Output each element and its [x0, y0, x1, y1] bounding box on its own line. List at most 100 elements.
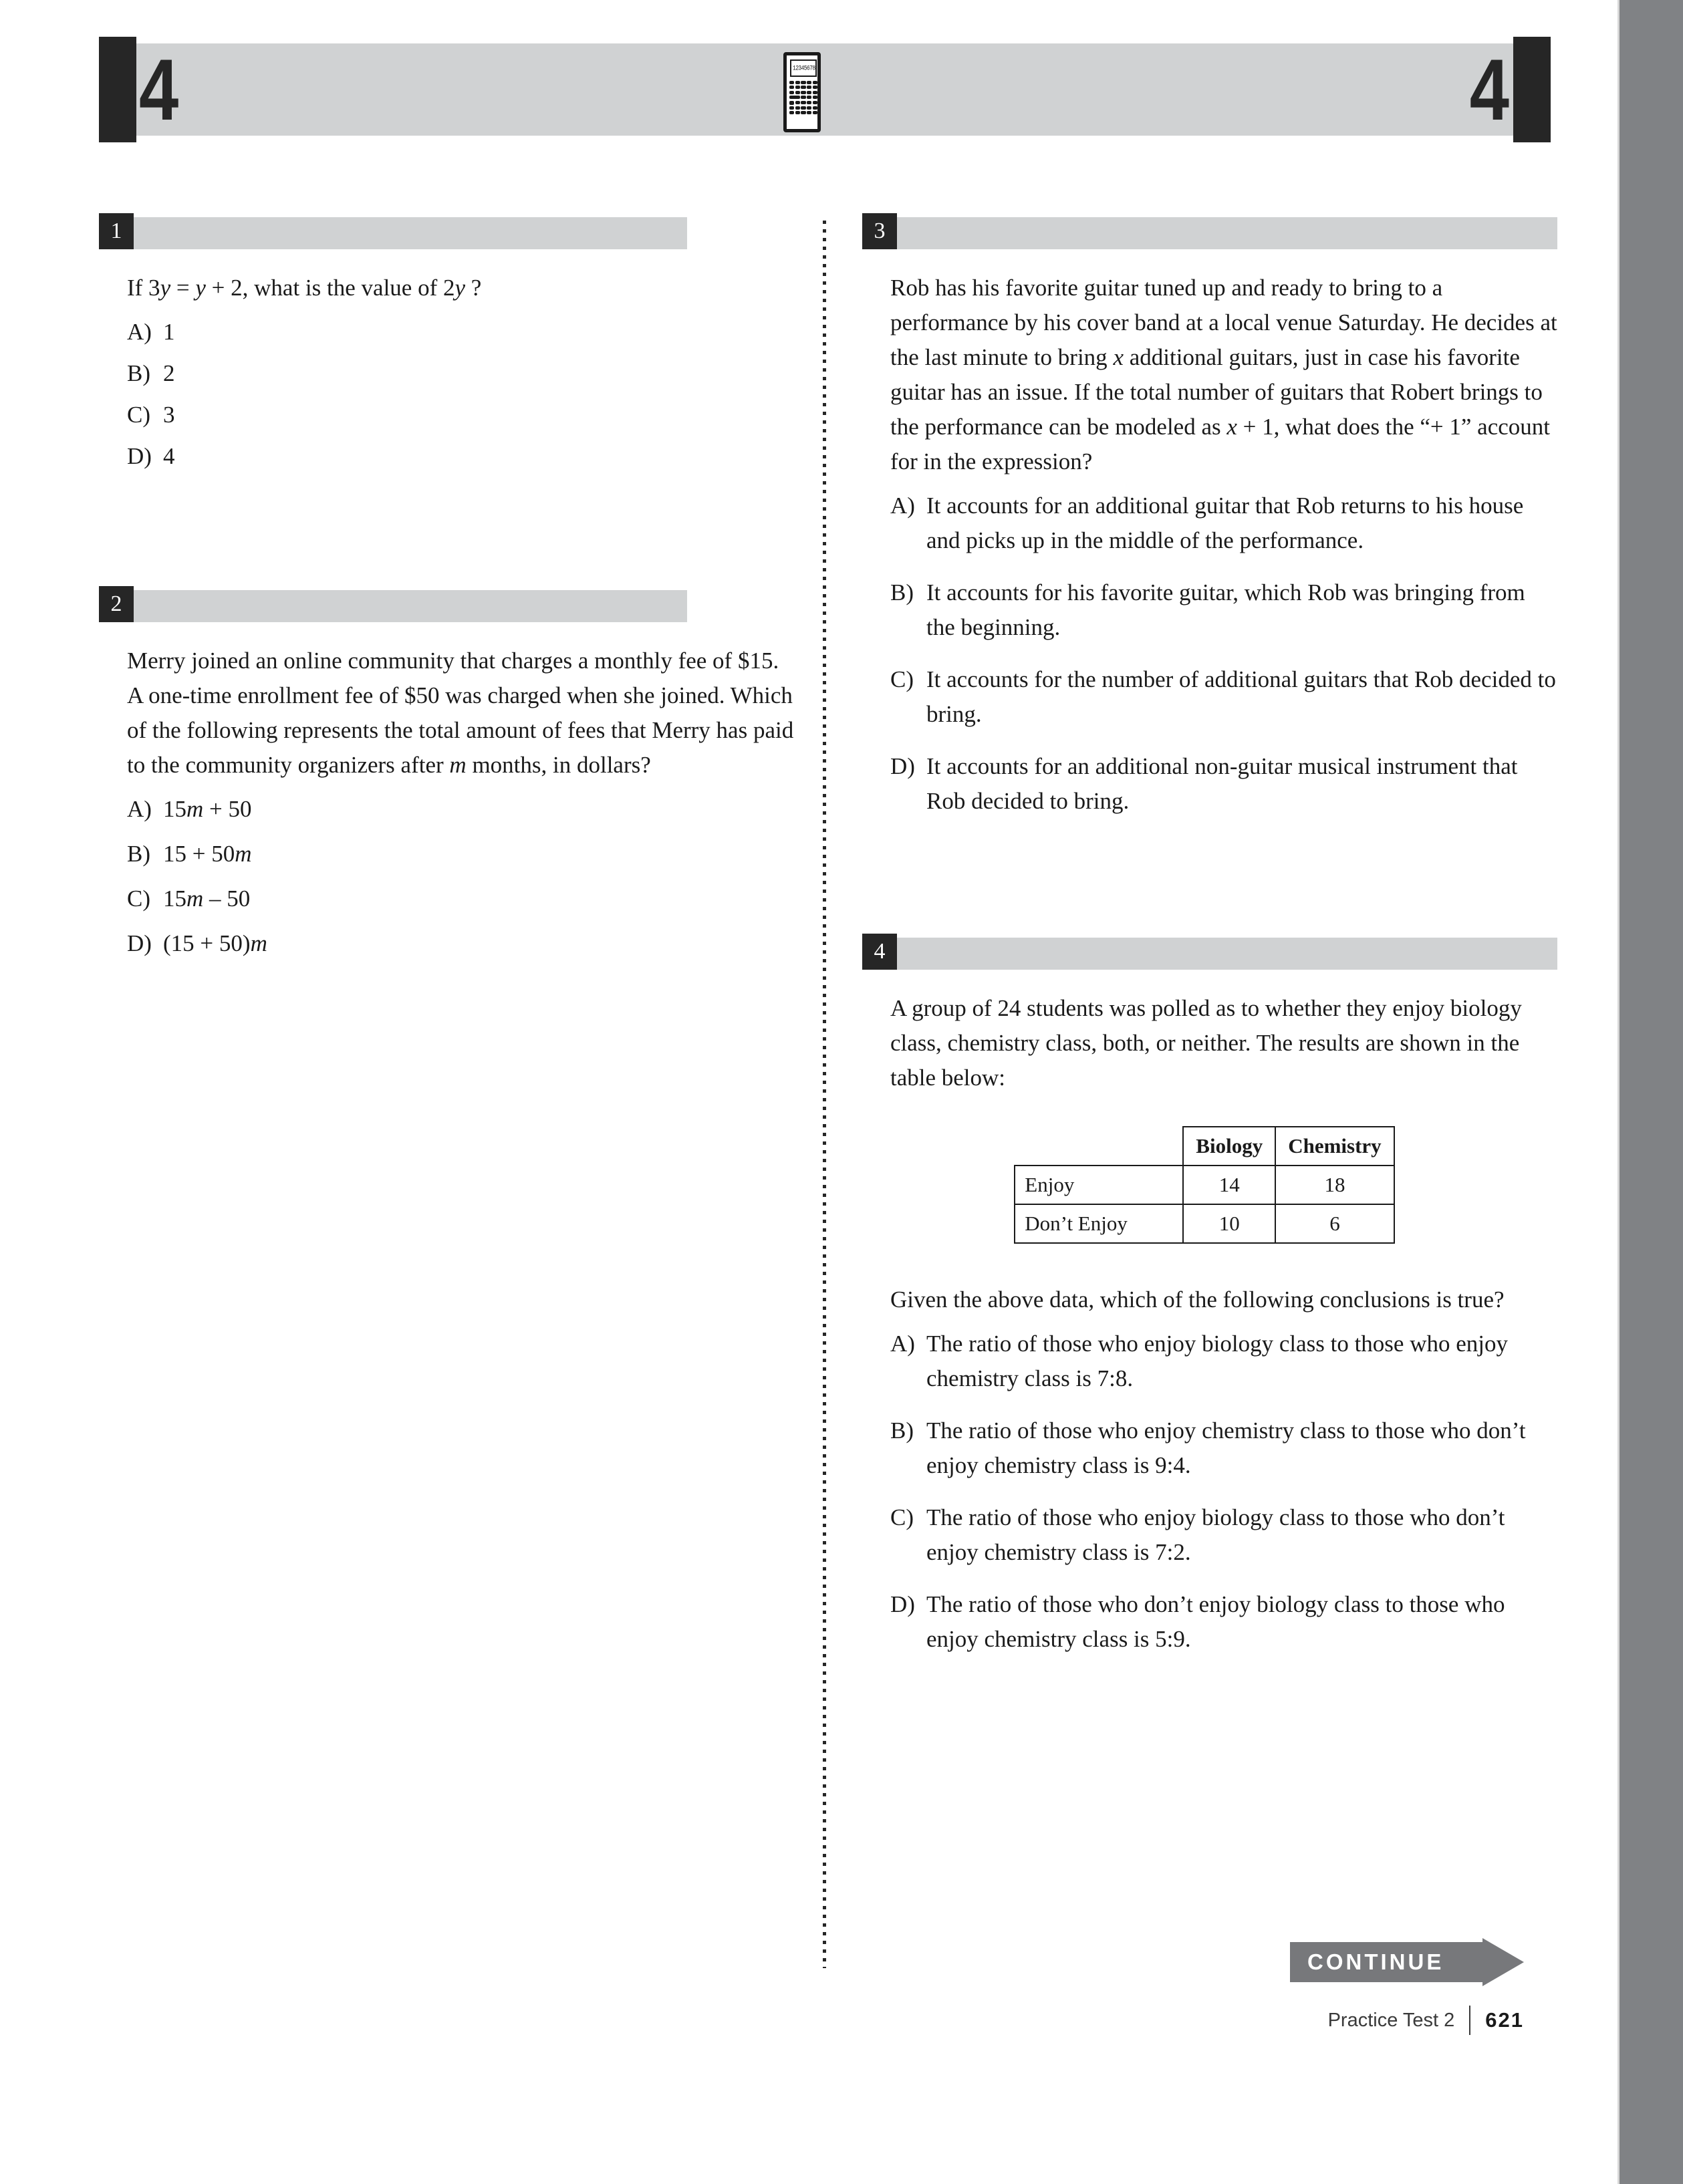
choice-label: C) — [127, 885, 150, 912]
left-column: 1 If 3y = y + 2, what is the value of 2y… — [99, 213, 794, 971]
choice-text: 15 + 50m — [163, 841, 252, 867]
question-3-stem: Rob has his favorite guitar tuned up and… — [890, 275, 1557, 474]
choice-label: A) — [890, 493, 915, 519]
table-cell: 6 — [1275, 1204, 1395, 1244]
choice-label: B) — [127, 360, 150, 386]
header-right-rule — [1513, 37, 1551, 142]
section-header: 4 4 — [99, 37, 1551, 142]
choice-label: C) — [890, 666, 914, 692]
table-col-header-chemistry: Chemistry — [1275, 1126, 1395, 1166]
section-number-left: 4 — [139, 41, 179, 138]
question-4-body: A group of 24 students was polled as to … — [862, 991, 1557, 1657]
choice-label: C) — [890, 1504, 914, 1530]
results-table: Biology Chemistry Enjoy 14 18 Don’t Enjo… — [1014, 1126, 1395, 1244]
question-2-bar: 2 — [99, 586, 687, 622]
question-1-stem: If 3y = y + 2, what is the value of 2y ? — [127, 275, 482, 301]
choice-option[interactable]: D) (15 + 50)m — [127, 926, 794, 961]
question-3-bar: 3 — [862, 213, 1557, 249]
continue-label: CONTINUE — [1307, 1949, 1444, 1974]
choice-label: A) — [127, 319, 152, 345]
choice-text: 4 — [163, 443, 175, 469]
test-name: Practice Test 2 — [1327, 2009, 1455, 2031]
choice-option[interactable]: B) 2 — [127, 356, 794, 391]
question-1-body: If 3y = y + 2, what is the value of 2y ?… — [99, 271, 794, 474]
choice-text: The ratio of those who don’t enjoy biolo… — [926, 1591, 1505, 1652]
choice-label: B) — [890, 1417, 914, 1444]
choice-option[interactable]: B) 15 + 50m — [127, 837, 794, 871]
header-gray-band — [136, 43, 1513, 136]
choice-option[interactable]: C) 3 — [127, 398, 794, 432]
question-4-stem-after-table: Given the above data, which of the follo… — [890, 1286, 1505, 1313]
choice-label: D) — [127, 930, 152, 956]
calculator-keys — [789, 81, 817, 115]
header-left-rule — [99, 37, 136, 142]
question-4-bar: 4 — [862, 934, 1557, 970]
question-1: 1 If 3y = y + 2, what is the value of 2y… — [99, 213, 794, 474]
question-3-choices: A) It accounts for an additional guitar … — [890, 489, 1557, 819]
choice-text: It accounts for his favorite guitar, whi… — [926, 579, 1525, 640]
question-2-stem: Merry joined an online community that ch… — [127, 648, 794, 778]
question-2-choices: A) 15m + 50 B) 15 + 50m C) 15m – 50 D) (… — [127, 792, 794, 961]
page-footer: Practice Test 2 621 — [1003, 2002, 1524, 2039]
choice-label: C) — [127, 402, 150, 428]
table-row-label: Don’t Enjoy — [1014, 1204, 1184, 1244]
table-row: Don’t Enjoy 10 6 — [1014, 1204, 1395, 1244]
choice-option[interactable]: D) 4 — [127, 439, 794, 474]
choice-text: It accounts for an additional non-guitar… — [926, 753, 1518, 814]
column-divider — [823, 221, 826, 1968]
choice-option[interactable]: C) 15m – 50 — [127, 881, 794, 916]
choice-option[interactable]: A) The ratio of those who enjoy biology … — [890, 1327, 1557, 1396]
choice-option[interactable]: A) 15m + 50 — [127, 792, 794, 827]
continue-banner: CONTINUE — [1290, 1938, 1524, 1986]
continue-arrow-icon — [1482, 1938, 1524, 1986]
choice-text: It accounts for the number of additional… — [926, 666, 1556, 727]
right-column: 3 Rob has his favorite guitar tuned up a… — [862, 213, 1557, 1674]
choice-text: 2 — [163, 360, 175, 386]
question-3-number: 3 — [862, 213, 897, 249]
results-table-wrapper: Biology Chemistry Enjoy 14 18 Don’t Enjo… — [890, 1126, 1557, 1244]
table-row-label: Enjoy — [1014, 1165, 1184, 1205]
table-corner-cell — [1015, 1127, 1183, 1166]
choice-label: A) — [127, 796, 152, 822]
section-number-right: 4 — [1469, 41, 1509, 138]
page-number: 621 — [1485, 2008, 1524, 2032]
choice-option[interactable]: A) 1 — [127, 315, 794, 350]
table-cell: 10 — [1182, 1204, 1277, 1244]
question-1-bar: 1 — [99, 213, 687, 249]
question-3: 3 Rob has his favorite guitar tuned up a… — [862, 213, 1557, 819]
question-1-choices: A) 1 B) 2 C) 3 D) 4 — [127, 315, 794, 474]
choice-text: The ratio of those who enjoy biology cla… — [926, 1504, 1505, 1565]
choice-label: B) — [127, 841, 150, 867]
choice-text: The ratio of those who enjoy biology cla… — [926, 1331, 1508, 1391]
calculator-body: 1234567890. — [783, 52, 821, 132]
calculator-display-text: 1234567890. — [793, 64, 815, 72]
choice-text: 3 — [163, 402, 175, 428]
choice-option[interactable]: C) The ratio of those who enjoy biology … — [890, 1500, 1557, 1570]
choice-text: 1 — [163, 319, 175, 345]
question-4-number: 4 — [862, 934, 897, 970]
question-1-number: 1 — [99, 213, 134, 249]
choice-option[interactable]: D) The ratio of those who don’t enjoy bi… — [890, 1587, 1557, 1657]
choice-label: D) — [890, 753, 915, 779]
question-2-number: 2 — [99, 586, 134, 622]
choice-option[interactable]: D) It accounts for an additional non-gui… — [890, 749, 1557, 819]
choice-option[interactable]: A) It accounts for an additional guitar … — [890, 489, 1557, 558]
question-4: 4 A group of 24 students was polled as t… — [862, 934, 1557, 1657]
choice-text: 15m – 50 — [163, 885, 251, 912]
choice-text: (15 + 50)m — [163, 930, 267, 956]
choice-text: The ratio of those who enjoy chemistry c… — [926, 1417, 1526, 1478]
page-edge-gutter — [1617, 0, 1683, 2184]
choice-text: 15m + 50 — [163, 796, 252, 822]
choice-option[interactable]: C) It accounts for the number of additio… — [890, 662, 1557, 732]
footer-separator — [1469, 2006, 1471, 2035]
choice-option[interactable]: B) The ratio of those who enjoy chemistr… — [890, 1413, 1557, 1483]
table-col-header-biology: Biology — [1182, 1126, 1277, 1166]
choice-text: It accounts for an additional guitar tha… — [926, 493, 1524, 553]
question-2: 2 Merry joined an online community that … — [99, 586, 794, 961]
question-3-body: Rob has his favorite guitar tuned up and… — [862, 271, 1557, 819]
table-cell: 18 — [1275, 1165, 1395, 1205]
choice-label: B) — [890, 579, 914, 605]
table-header-row: Biology Chemistry — [1015, 1126, 1395, 1166]
choice-option[interactable]: B) It accounts for his favorite guitar, … — [890, 575, 1557, 645]
question-2-body: Merry joined an online community that ch… — [99, 644, 794, 961]
